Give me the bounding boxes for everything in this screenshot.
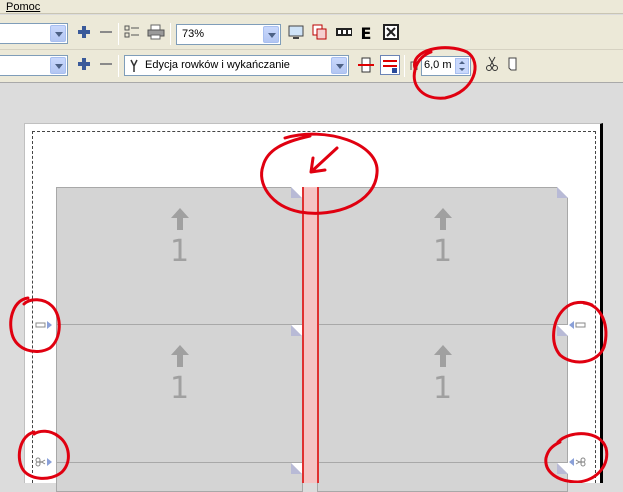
arrow-up-icon: [433, 345, 452, 367]
toolbar-top: 73% E: [0, 15, 623, 50]
filmstrip-button[interactable]: [334, 24, 354, 44]
minus-icon: [100, 63, 112, 65]
plus-icon: [78, 26, 90, 38]
copies-icon: [312, 24, 327, 40]
scissors-button[interactable]: [482, 56, 502, 76]
panel-row3-right[interactable]: [317, 462, 568, 492]
remove-button-2[interactable]: [96, 56, 116, 76]
panel-number: 1: [432, 234, 453, 269]
mode-select-value: Edycja rowków i wykańczanie: [145, 59, 290, 71]
page-corner-icon: [557, 187, 568, 198]
panel-row3-left[interactable]: [56, 462, 303, 492]
monitor-icon: [288, 25, 304, 39]
gutter-gap[interactable]: [302, 187, 319, 483]
page-corner-icon: [291, 325, 302, 336]
panel-bottom-right[interactable]: 1: [317, 324, 568, 463]
page-corner-icon: [291, 463, 302, 474]
arrow-up-icon: [170, 345, 189, 367]
annotation-circle-gap-top: [260, 132, 379, 215]
close-box-icon: [383, 24, 399, 40]
fold-icon: [508, 57, 517, 71]
plus-icon: [78, 58, 90, 70]
chevron-down-icon[interactable]: [50, 57, 66, 74]
add-button[interactable]: [74, 24, 94, 44]
add-button-2[interactable]: [74, 56, 94, 76]
panel-number: 1: [169, 371, 190, 406]
scissors-icon: [486, 56, 498, 71]
mode-select[interactable]: Edycja rowków i wykańczanie: [124, 55, 349, 76]
left-dropdown-2[interactable]: [0, 55, 68, 76]
gap-mode-icon: [383, 60, 397, 73]
annotation-circle-right-handle: [552, 300, 608, 364]
filmstrip-icon: [336, 28, 352, 36]
panel-number: 1: [169, 234, 190, 269]
minus-icon: [100, 31, 112, 33]
menu-bar: Pomoc: [0, 0, 623, 14]
annotation-circle-left-scissors: [17, 429, 70, 480]
panel-bottom-left[interactable]: 1: [56, 324, 303, 463]
arrow-up-icon: [433, 208, 452, 230]
separator: [170, 23, 171, 45]
checklist-icon: [124, 25, 139, 38]
copies-button[interactable]: [310, 24, 330, 44]
fold-button[interactable]: [503, 56, 523, 76]
zoom-select[interactable]: 73%: [176, 24, 281, 45]
printer-icon: [147, 24, 165, 40]
chevron-down-icon[interactable]: [331, 57, 347, 74]
close-box-button[interactable]: [381, 24, 401, 44]
text-e-button[interactable]: E: [356, 24, 376, 44]
left-dropdown-1[interactable]: [0, 23, 68, 44]
menu-help[interactable]: Pomoc: [6, 1, 40, 13]
separator: [118, 55, 119, 77]
arrow-up-icon: [170, 208, 189, 230]
tool-icon: [130, 59, 138, 72]
list-settings-button[interactable]: [122, 24, 142, 44]
chevron-down-icon[interactable]: [263, 26, 279, 43]
gap-edit-icon: [358, 57, 374, 73]
toolbar-bottom: Edycja rowków i wykańczanie 6,0 m: [0, 50, 623, 83]
gap-mode-button[interactable]: [380, 55, 400, 75]
monitor-button[interactable]: [286, 24, 306, 44]
annotation-circle-right-scissors: [544, 432, 609, 483]
annotation-circle-left-handle: [9, 296, 61, 353]
panel-number: 1: [432, 371, 453, 406]
separator: [118, 23, 119, 45]
zoom-value: 73%: [182, 28, 205, 40]
chevron-down-icon[interactable]: [50, 25, 66, 42]
gap-edit-button[interactable]: [356, 56, 376, 76]
print-button[interactable]: [146, 24, 166, 44]
annotation-circle-spinner: [412, 46, 477, 100]
remove-button[interactable]: [96, 24, 116, 44]
